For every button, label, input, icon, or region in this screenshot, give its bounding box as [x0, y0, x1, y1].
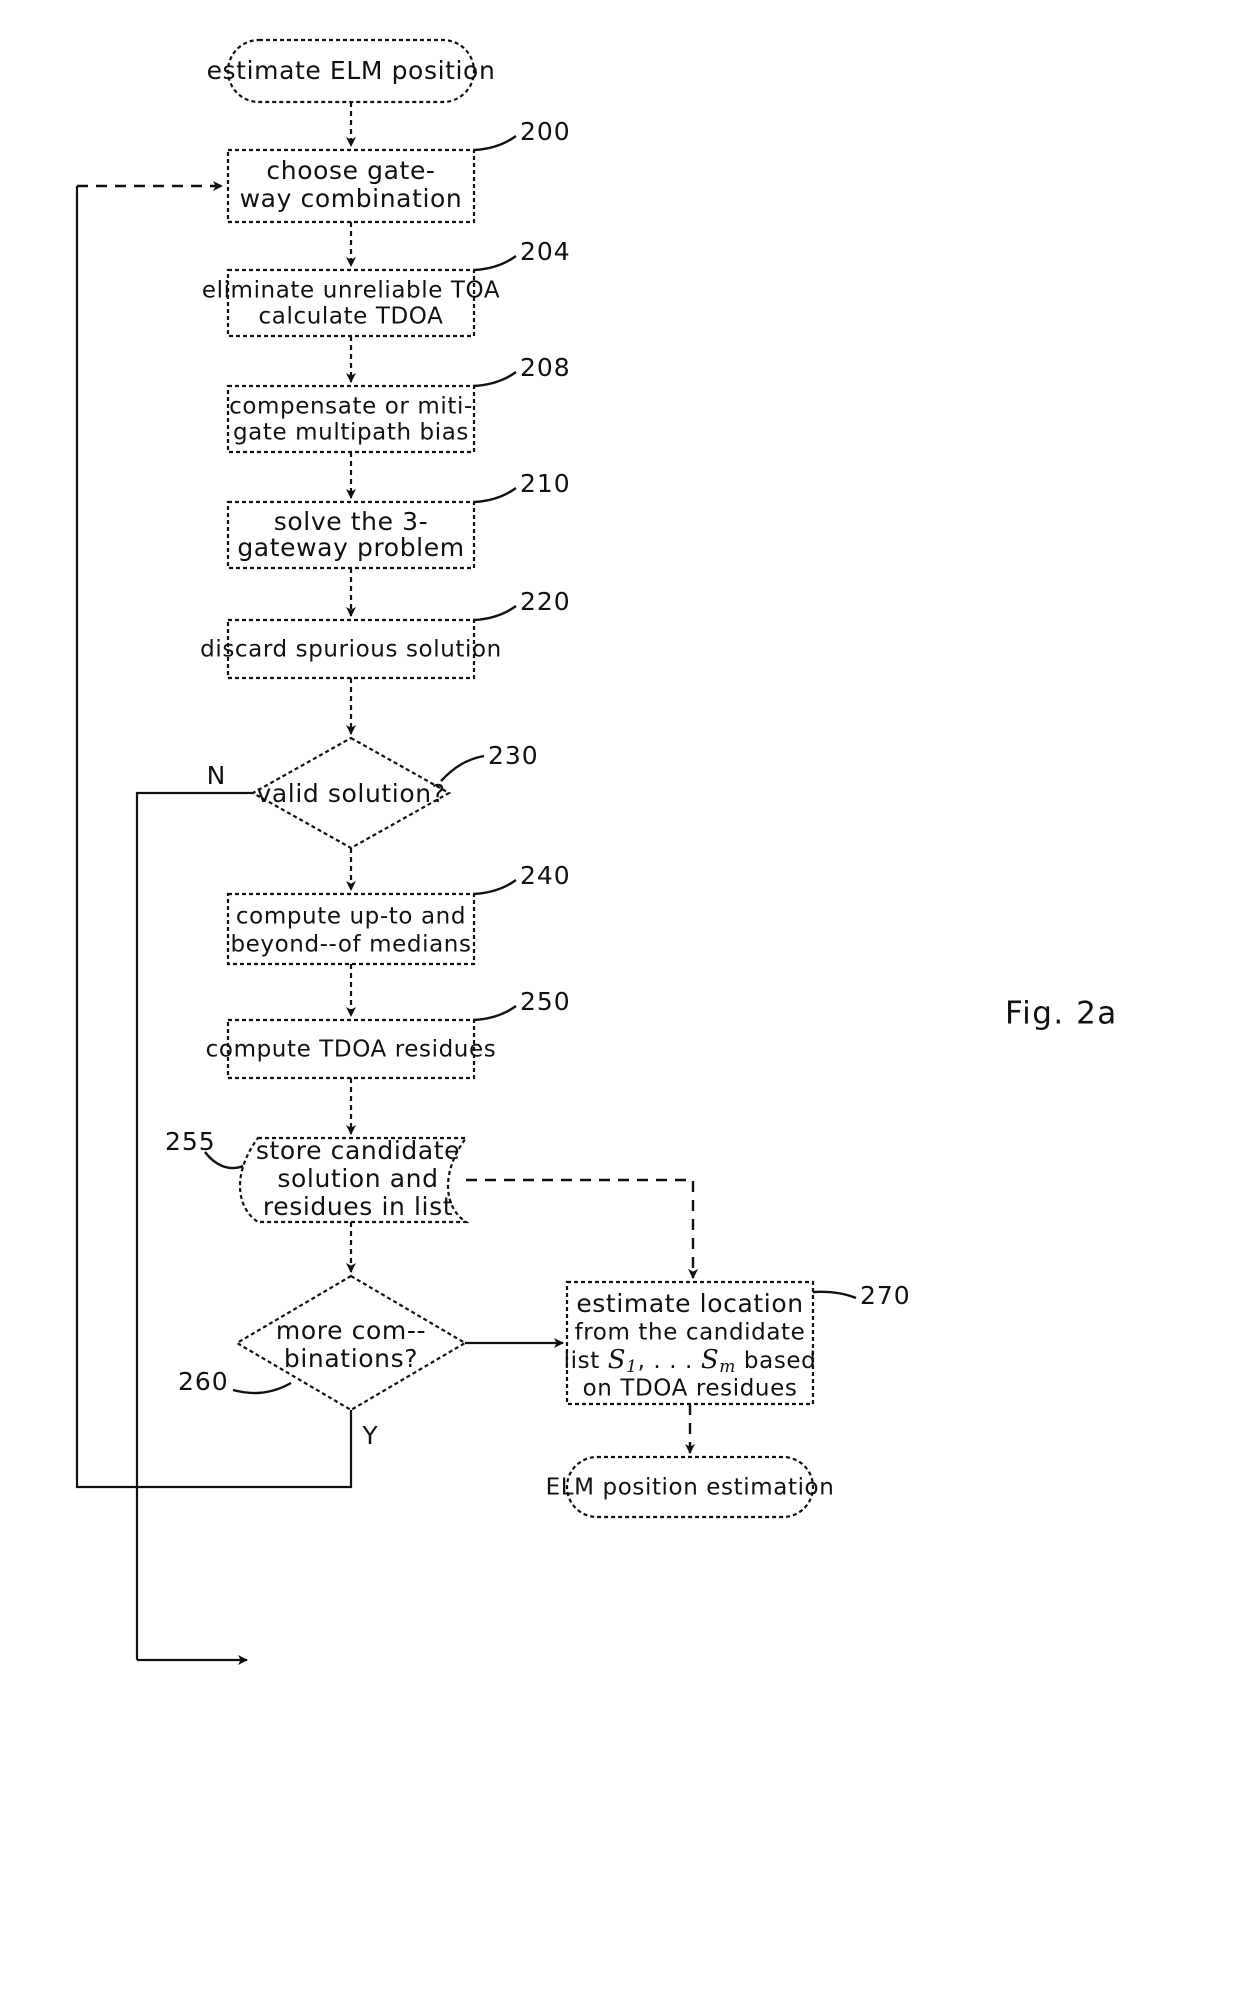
- edge-255-to-270: [466, 1178, 698, 1279]
- node-200: choose gate- way combination 200: [226, 117, 571, 224]
- node-270-math-s2: S: [701, 1345, 719, 1375]
- node-270-label-line3: list S1, . . . Sm based: [564, 1345, 817, 1377]
- node-210-label-line2: gateway problem: [237, 533, 464, 562]
- node-255-ref-number: 255: [165, 1127, 216, 1156]
- node-204-leader-line: [473, 255, 517, 272]
- node-240-label-line2: beyond--of medians: [230, 932, 471, 958]
- node-270-label-line1: estimate location: [576, 1289, 803, 1318]
- node-270-math-sub2: m: [719, 1357, 736, 1377]
- node-start: estimate ELM position: [207, 38, 496, 104]
- node-255: store candidate solution and residues in…: [165, 1127, 470, 1224]
- node-204: eliminate unreliable TOA calculate TDOA …: [202, 237, 571, 338]
- node-270-math-sub1: 1: [626, 1357, 637, 1377]
- node-220-leader-line: [473, 605, 517, 622]
- node-204-label-line1: eliminate unreliable TOA: [202, 278, 500, 304]
- node-208-ref-number: 208: [520, 353, 571, 382]
- node-240-leader-line: [473, 879, 517, 896]
- node-230-label: valid solution?: [256, 779, 445, 808]
- node-260: more com-- binations? 260: [178, 1274, 468, 1412]
- node-260-leader-line: [232, 1381, 292, 1395]
- node-270: estimate location from the candidate lis…: [564, 1280, 911, 1406]
- node-230-leader-line: [440, 754, 485, 782]
- node-208-label-line2: gate multipath bias: [233, 420, 469, 446]
- node-208: compensate or miti- gate multipath bias …: [226, 353, 571, 454]
- node-230: valid solution? 230: [250, 736, 539, 850]
- node-260-ref-number: 260: [178, 1367, 229, 1396]
- node-204-ref-number: 204: [520, 237, 571, 266]
- node-270-line3-suffix: based: [736, 1348, 816, 1374]
- node-255-label-line1: store candidate: [256, 1136, 460, 1165]
- node-240-label-line1: compute up-to and: [236, 904, 466, 930]
- start-terminal-label: estimate ELM position: [207, 56, 496, 85]
- node-230-branch-no-label: N: [207, 761, 226, 790]
- node-220-label: discard spurious solution: [200, 637, 502, 663]
- node-270-label-line4: on TDOA residues: [583, 1376, 798, 1402]
- node-240: compute up-to and beyond--of medians 240: [226, 861, 571, 966]
- node-210-leader-line: [473, 487, 517, 504]
- node-270-label-line2: from the candidate: [575, 1320, 806, 1346]
- node-204-label-line2: calculate TDOA: [259, 304, 444, 330]
- node-208-leader-line: [473, 371, 517, 388]
- node-220: discard spurious solution 220: [200, 587, 571, 680]
- node-200-label-line1: choose gate-: [266, 156, 435, 185]
- end-terminal-label: ELM position estimation: [546, 1475, 835, 1501]
- node-255-label-line2: solution and: [277, 1164, 438, 1193]
- node-270-line3-sep: , . . .: [638, 1348, 701, 1374]
- node-250: compute TDOA residues 250: [206, 987, 571, 1080]
- node-250-label: compute TDOA residues: [206, 1037, 497, 1063]
- node-210-label-line1: solve the 3-: [274, 507, 429, 536]
- node-270-leader-line: [812, 1290, 857, 1300]
- node-200-ref-number: 200: [520, 117, 571, 146]
- figure-caption: Fig. 2a: [1005, 996, 1118, 1032]
- node-260-branch-yes-label: Y: [361, 1421, 378, 1450]
- node-230-ref-number: 230: [488, 741, 539, 770]
- node-260-label-line2: binations?: [284, 1344, 418, 1373]
- node-270-math-s1: S: [608, 1345, 626, 1375]
- edge-260-yes-loop-rail: [75, 186, 353, 1489]
- node-250-leader-line: [473, 1005, 517, 1022]
- figure-canvas: estimate ELM position choose gate- way c…: [0, 0, 1240, 1996]
- node-270-ref-number: 270: [860, 1281, 911, 1310]
- node-200-leader-line: [473, 135, 517, 152]
- node-200-label-line2: way combination: [240, 184, 463, 213]
- node-255-label-line3: residues in list: [263, 1192, 453, 1221]
- node-270-line3-prefix: list: [564, 1348, 608, 1374]
- node-260-label-line1: more com--: [276, 1316, 426, 1345]
- node-220-ref-number: 220: [520, 587, 571, 616]
- flowchart-diagram: estimate ELM position choose gate- way c…: [75, 38, 1118, 1665]
- node-208-label-line1: compensate or miti-: [229, 394, 473, 420]
- node-end: ELM position estimation: [546, 1455, 835, 1519]
- node-210: solve the 3- gateway problem 210: [226, 469, 571, 570]
- node-210-ref-number: 210: [520, 469, 571, 498]
- node-250-ref-number: 250: [520, 987, 571, 1016]
- node-240-ref-number: 240: [520, 861, 571, 890]
